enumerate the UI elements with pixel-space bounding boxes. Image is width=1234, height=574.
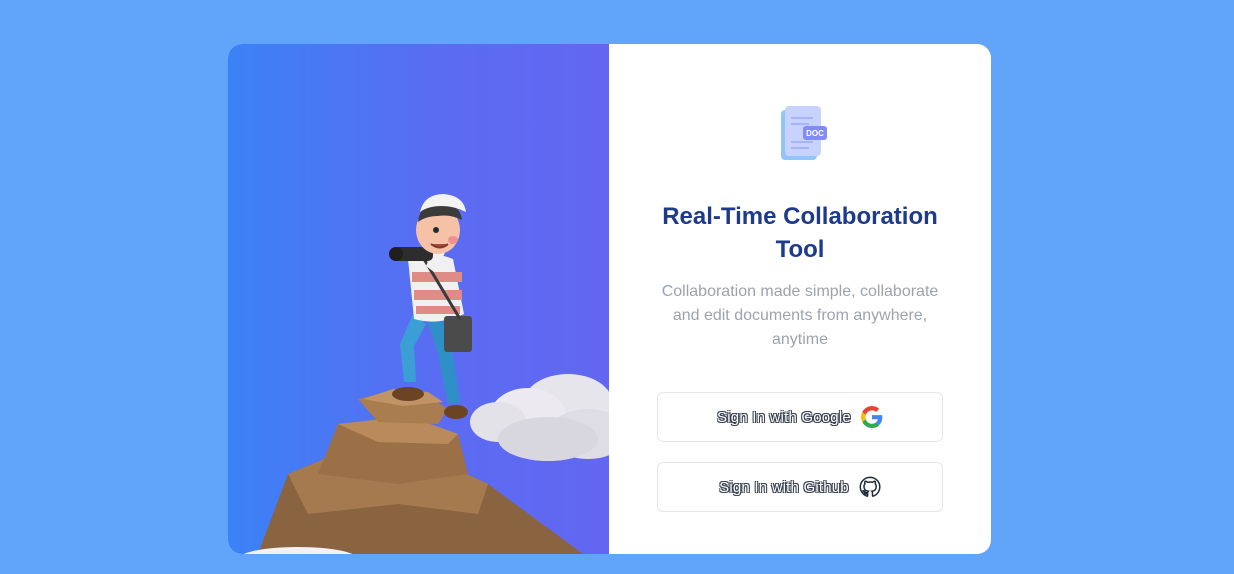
login-panel: DOC Real-Time Collaboration Tool Collabo… xyxy=(609,44,991,554)
google-signin-button[interactable]: Sign In with Google xyxy=(657,392,943,442)
doc-badge-text: DOC xyxy=(806,129,824,138)
explorer-on-rock-illustration xyxy=(243,194,609,554)
doc-icon: DOC xyxy=(779,104,829,166)
login-card: DOC Real-Time Collaboration Tool Collabo… xyxy=(228,44,991,554)
github-signin-button[interactable]: Sign In with Github xyxy=(657,462,943,512)
hero-illustration xyxy=(228,44,609,554)
github-signin-label: Sign In with Github xyxy=(719,478,849,496)
google-signin-label: Sign In with Google xyxy=(717,408,851,426)
github-icon xyxy=(859,476,881,498)
explorer-figure xyxy=(389,194,472,419)
google-icon xyxy=(860,406,883,428)
page-subtitle: Collaboration made simple, collaborate a… xyxy=(661,283,939,348)
page-title: Real-Time Collaboration Tool xyxy=(662,203,938,263)
cloud-shape xyxy=(470,374,609,461)
